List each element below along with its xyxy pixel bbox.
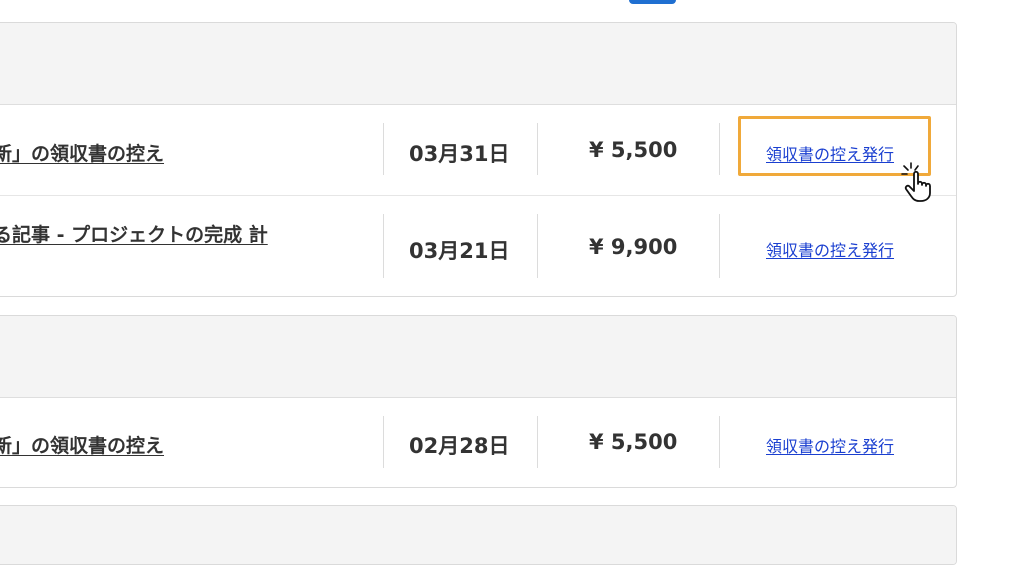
column-divider [719,214,720,278]
column-divider [537,214,538,278]
issue-receipt-copy-link[interactable]: 領収書の控え発行 [766,237,894,261]
row-title: る記事 - プロジェクトの完成 計 [0,224,268,246]
hand-pointer-icon [901,162,931,202]
row-date: 02月28日 [409,434,510,458]
column-divider [383,214,384,278]
table-row: 新」の領収書の控え 02月28日 ¥ 5,500 領収書の控え発行 [0,398,956,487]
row-date: 03月31日 [409,142,510,166]
group-header [0,23,956,105]
group-header [0,316,956,398]
top-nav-tab-indicator[interactable] [629,0,676,4]
group-header [0,506,956,564]
invoice-group-2: 新」の領収書の控え 02月28日 ¥ 5,500 領収書の控え発行 [0,315,957,488]
column-divider [383,123,384,175]
table-row: る記事 - プロジェクトの完成 計 03月21日 ¥ 9,900 領収書の控え発… [0,196,956,296]
column-divider [537,123,538,175]
column-divider [383,416,384,468]
row-amount: ¥ 5,500 [589,430,678,454]
row-amount: ¥ 9,900 [589,235,678,259]
column-divider [719,416,720,468]
row-date: 03月21日 [409,239,510,263]
row-title: 新」の領収書の控え [0,435,165,457]
column-divider [719,123,720,175]
invoice-group-3 [0,505,957,565]
row-title: 新」の領収書の控え [0,143,165,165]
column-divider [537,416,538,468]
issue-receipt-copy-link[interactable]: 領収書の控え発行 [766,433,894,457]
row-amount: ¥ 5,500 [589,138,678,162]
